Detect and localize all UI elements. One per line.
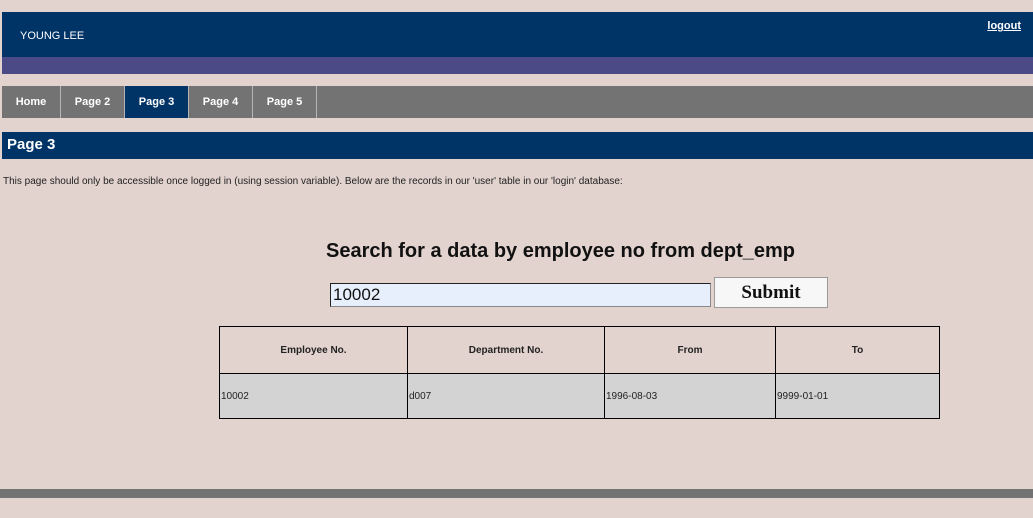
table-header-row: Employee No. Department No. From To	[219, 326, 940, 374]
submit-button[interactable]: Submit	[714, 277, 828, 308]
logout-link[interactable]: logout	[987, 20, 1021, 32]
nav-tab-home[interactable]: Home	[2, 86, 61, 118]
column-header-department-no: Department No.	[407, 326, 605, 374]
cell-from-date: 1996-08-03	[604, 373, 776, 419]
cell-employee-no: 10002	[219, 373, 408, 419]
cell-department-no: d007	[407, 373, 605, 419]
cell-to-date: 9999-01-01	[775, 373, 940, 419]
page-title: Page 3	[7, 136, 56, 153]
nav-bar: Home Page 2 Page 3 Page 4 Page 5	[2, 86, 1033, 118]
page-description: This page should only be accessible once…	[3, 176, 623, 187]
column-header-from: From	[604, 326, 776, 374]
results-table: Employee No. Department No. From To 1000…	[219, 326, 940, 419]
table-row: 10002 d007 1996-08-03 9999-01-01	[219, 373, 940, 419]
column-header-to: To	[775, 326, 940, 374]
column-header-employee-no: Employee No.	[219, 326, 408, 374]
nav-tab-page-2[interactable]: Page 2	[61, 86, 125, 118]
nav-tab-page-5[interactable]: Page 5	[253, 86, 317, 118]
top-header: YOUNG LEE logout	[2, 12, 1033, 57]
user-name: YOUNG LEE	[20, 30, 85, 42]
employee-search-input[interactable]	[330, 283, 711, 307]
search-heading: Search for a data by employee no from de…	[326, 240, 796, 262]
footer-bar	[0, 489, 1033, 498]
header-band	[2, 57, 1033, 74]
nav-tab-page-3[interactable]: Page 3	[125, 86, 189, 118]
page-title-bar: Page 3	[2, 132, 1033, 159]
nav-tab-page-4[interactable]: Page 4	[189, 86, 253, 118]
